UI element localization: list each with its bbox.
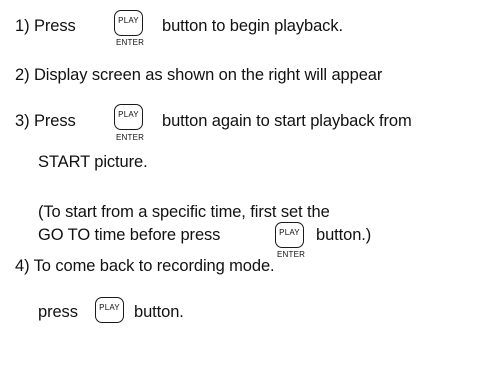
step-1-text: button to begin playback. <box>162 17 343 35</box>
step-4-text: 4) To come back to recording mode. <box>15 257 275 275</box>
enter-label: ENTER <box>277 250 306 259</box>
step-2-text: 2) Display screen as shown on the right … <box>15 66 383 84</box>
play-key-icon: PLAY <box>275 222 304 248</box>
step-1-prefix: 1) Press <box>15 17 76 35</box>
step-3-continuation: START picture. <box>38 153 148 171</box>
play-key-icon: PLAY <box>114 10 143 36</box>
note-line-2-suffix: button.) <box>316 226 372 244</box>
step-4-press: press <box>38 303 78 321</box>
step-4-text-after: button. <box>134 303 184 321</box>
play-key-label: PLAY <box>279 228 300 237</box>
play-key-label: PLAY <box>118 16 139 25</box>
step-3-text: button again to start playback from <box>162 112 412 130</box>
play-key-label: PLAY <box>118 110 139 119</box>
enter-label: ENTER <box>116 133 145 142</box>
play-key-label: PLAY <box>99 303 120 312</box>
note-line-1: (To start from a specific time, first se… <box>38 203 330 221</box>
play-key-icon: PLAY <box>95 297 124 323</box>
note-line-2-prefix: GO TO time before press <box>38 226 221 244</box>
enter-label: ENTER <box>116 38 145 47</box>
play-key-icon: PLAY <box>114 104 143 130</box>
step-3-prefix: 3) Press <box>15 112 76 130</box>
